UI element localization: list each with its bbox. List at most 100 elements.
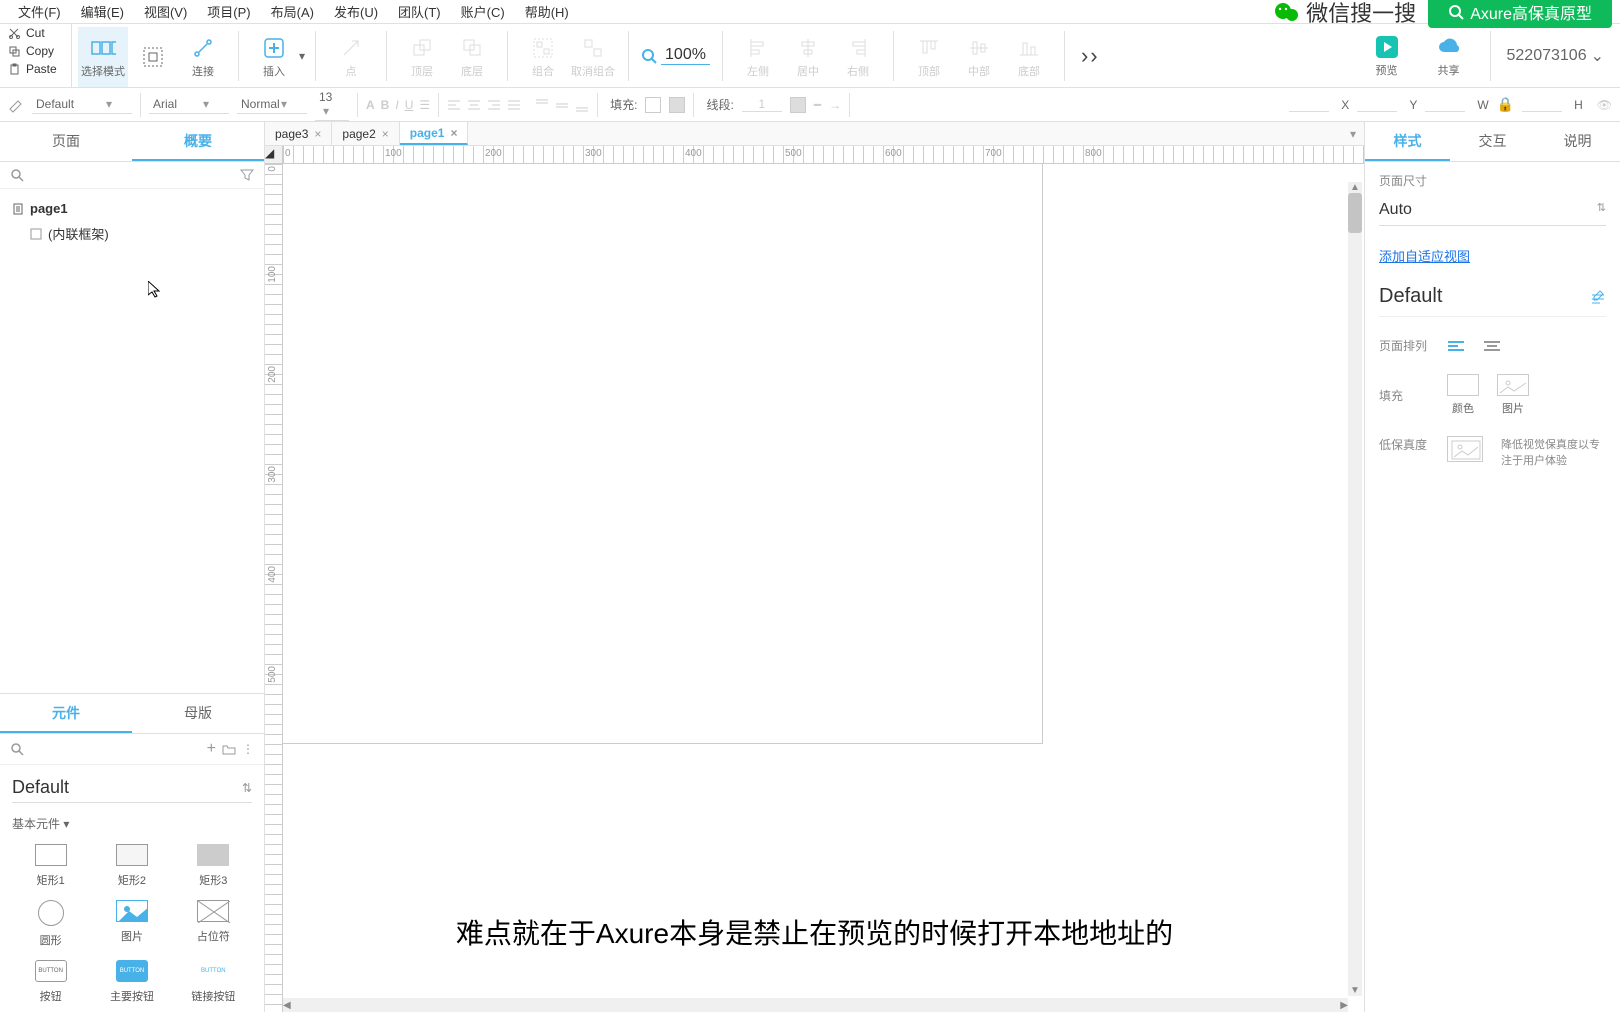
canvas[interactable]	[283, 164, 1364, 1012]
menu-help[interactable]: 帮助(H)	[515, 2, 579, 21]
menu-edit[interactable]: 编辑(E)	[71, 2, 134, 21]
valign-bot-icon[interactable]	[575, 98, 589, 112]
preview-button[interactable]: 预览	[1362, 26, 1412, 86]
page-size-select[interactable]: Auto⇅	[1379, 195, 1606, 226]
size-select[interactable]: 13 ▾	[315, 88, 349, 121]
paint-icon[interactable]	[8, 97, 24, 113]
library-select[interactable]: Default⇅	[12, 773, 252, 803]
widget-button[interactable]: BUTTON按钮	[12, 960, 89, 1004]
tab-widgets[interactable]: 元件	[0, 694, 132, 733]
tab-style[interactable]: 样式	[1365, 122, 1450, 161]
category-basic[interactable]: 基本元件 ▾	[0, 811, 264, 836]
w-input[interactable]	[1425, 97, 1465, 112]
line-width-input[interactable]	[742, 97, 782, 112]
insert-button[interactable]: 插入	[249, 27, 299, 87]
page-align-left-icon[interactable]	[1447, 339, 1465, 353]
edit-style-icon[interactable]	[1590, 289, 1606, 305]
search-icon[interactable]	[10, 168, 24, 182]
chevron-down-icon[interactable]: ▾	[299, 49, 305, 63]
ruler-corner[interactable]: ◢	[265, 146, 283, 164]
fill-color-swatch[interactable]	[645, 97, 661, 113]
ruler-horizontal[interactable]: 0 100 200 300 400 500 600 700 800	[283, 146, 1364, 164]
tab-pages[interactable]: 页面	[0, 122, 132, 161]
menu-team[interactable]: 团队(T)	[388, 2, 451, 21]
arrow-icon[interactable]: →	[829, 98, 841, 112]
lock-icon[interactable]: 🔒	[1497, 96, 1514, 113]
copy-button[interactable]: Copy	[0, 42, 71, 60]
page-align-center-icon[interactable]	[1483, 339, 1501, 353]
fill-image-button[interactable]	[1497, 374, 1529, 396]
zoom-value[interactable]: 100%	[661, 46, 710, 65]
more-tools-button[interactable]: ››	[1069, 43, 1112, 69]
widget-placeholder[interactable]: 占位符	[175, 900, 252, 948]
ruler-vertical[interactable]: 0 100 200 300 400 500	[265, 164, 283, 1012]
widget-primary-button[interactable]: BUTTON主要按钮	[93, 960, 170, 1004]
h-input[interactable]	[1522, 97, 1562, 112]
tabs-dropdown[interactable]: ▾	[1342, 127, 1364, 141]
search-icon[interactable]	[10, 742, 24, 756]
widget-image[interactable]: 图片	[93, 900, 170, 948]
menu-arrange[interactable]: 布局(A)	[261, 2, 324, 21]
page-tab-page1[interactable]: page1×	[400, 122, 469, 145]
scrollbar-vertical[interactable]: ▲ ▼	[1348, 182, 1362, 996]
style-select[interactable]: Default ▾	[32, 95, 132, 114]
scroll-right-arrow[interactable]: ▶	[1340, 1000, 1348, 1011]
scroll-up-arrow[interactable]: ▲	[1348, 182, 1362, 193]
tab-masters[interactable]: 母版	[132, 694, 264, 733]
widget-rect3[interactable]: 矩形3	[175, 844, 252, 888]
cut-button[interactable]: Cut	[0, 24, 71, 42]
valign-mid-icon[interactable]	[555, 98, 569, 112]
align-center-text-icon[interactable]	[467, 98, 481, 112]
bold-icon[interactable]: B	[381, 98, 390, 112]
widget-rect2[interactable]: 矩形2	[93, 844, 170, 888]
align-justify-text-icon[interactable]	[507, 98, 521, 112]
widget-circle[interactable]: 圆形	[12, 900, 89, 948]
connect-button[interactable]: 连接	[178, 27, 228, 87]
filter-icon[interactable]	[240, 168, 254, 182]
page-tab-page2[interactable]: page2×	[332, 122, 399, 145]
close-icon[interactable]: ×	[314, 127, 321, 141]
tab-outline[interactable]: 概要	[132, 122, 264, 161]
widget-link-button[interactable]: BUTTON链接按钮	[175, 960, 252, 1004]
select-mode-button[interactable]: 选择模式	[78, 27, 128, 87]
share-button[interactable]: 共享	[1424, 26, 1474, 86]
close-icon[interactable]: ×	[382, 127, 389, 141]
y-input[interactable]	[1357, 97, 1397, 112]
tree-item-page1[interactable]: page1	[10, 197, 254, 220]
lowfi-button[interactable]	[1447, 436, 1483, 462]
menu-file[interactable]: 文件(F)	[8, 2, 71, 21]
close-icon[interactable]: ×	[450, 126, 457, 140]
font-select[interactable]: Arial ▾	[149, 95, 229, 114]
folder-icon[interactable]	[222, 743, 236, 755]
line-color-swatch[interactable]	[790, 97, 806, 113]
tab-interactions[interactable]: 交互	[1450, 122, 1535, 161]
widget-rect1[interactable]: 矩形1	[12, 844, 89, 888]
paste-button[interactable]: Paste	[0, 60, 71, 78]
more-icon[interactable]: ⋮	[242, 742, 254, 756]
fill-image-swatch[interactable]	[669, 97, 685, 113]
add-icon[interactable]: +	[207, 740, 216, 758]
fill-color-button[interactable]	[1447, 374, 1479, 396]
adaptive-views-link[interactable]: 添加自适应视图	[1379, 249, 1470, 264]
axure-template-button[interactable]: Axure高保真原型	[1428, 0, 1612, 28]
menu-view[interactable]: 视图(V)	[134, 2, 197, 21]
align-left-text-icon[interactable]	[447, 98, 461, 112]
scroll-down-arrow[interactable]: ▼	[1348, 985, 1362, 996]
scrollbar-horizontal[interactable]: ◀ ▶	[283, 998, 1348, 1012]
tab-notes[interactable]: 说明	[1535, 122, 1620, 161]
bullet-icon[interactable]: ☰	[419, 98, 430, 112]
menu-publish[interactable]: 发布(U)	[324, 2, 388, 21]
select-contained-button[interactable]	[128, 27, 178, 87]
tree-item-iframe[interactable]: (内联框架)	[10, 220, 254, 247]
account-dropdown[interactable]: 522073106⌄	[1507, 46, 1605, 66]
x-input[interactable]	[1289, 97, 1329, 112]
align-right-text-icon[interactable]	[487, 98, 501, 112]
menu-project[interactable]: 项目(P)	[197, 2, 260, 21]
valign-top-icon[interactable]	[535, 98, 549, 112]
underline-icon[interactable]: U	[405, 98, 414, 112]
line-style-icon[interactable]: ━	[814, 98, 821, 112]
page-tab-page3[interactable]: page3×	[265, 122, 332, 145]
weight-select[interactable]: Normal ▾	[237, 95, 307, 114]
italic-icon[interactable]: I	[395, 98, 398, 112]
visibility-icon[interactable]: 👁	[1597, 98, 1612, 112]
